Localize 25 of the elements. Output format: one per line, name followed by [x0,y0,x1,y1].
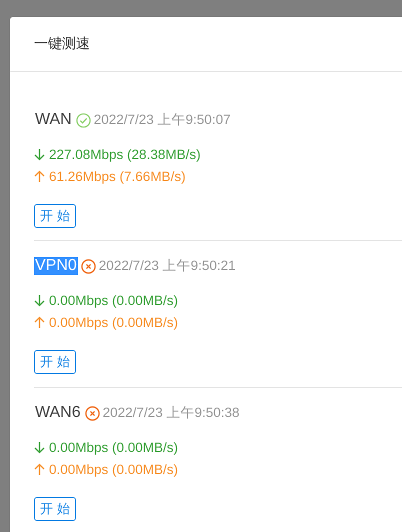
upload-speed: 61.26Mbps (7.66MB/s) [49,168,186,184]
interface-name: VPN0 [34,257,78,275]
down-arrow-icon [34,440,45,454]
up-arrow-icon [34,170,45,182]
down-arrow-icon [34,294,45,306]
download-speed: 227.08Mbps (28.38MB/s) [49,146,201,162]
start-button[interactable]: 开 始 [34,350,76,374]
interface-name: WAN [34,111,73,129]
up-arrow-icon [34,316,45,328]
test-time: 2022/7/23 上午9:50:21 [98,257,236,275]
start-button[interactable]: 开 始 [34,497,76,521]
check-circle-icon [76,112,91,128]
download-speed: 0.00Mbps (0.00MB/s) [49,292,178,308]
error-circle-icon [80,258,96,274]
dialog-title: 一键测速 [34,35,90,53]
download-speed: 0.00Mbps (0.00MB/s) [49,440,178,454]
upload-speed: 0.00Mbps (0.00MB/s) [49,462,178,476]
upload-speed: 0.00Mbps (0.00MB/s) [49,314,178,330]
test-time: 2022/7/23 上午9:50:38 [102,404,240,422]
start-button[interactable]: 开 始 [34,204,76,228]
up-arrow-icon [34,462,45,476]
interface-name: WAN6 [34,404,82,422]
down-arrow-icon [34,148,45,160]
test-time: 2022/7/23 上午9:50:07 [94,111,231,129]
error-circle-icon [84,406,100,420]
